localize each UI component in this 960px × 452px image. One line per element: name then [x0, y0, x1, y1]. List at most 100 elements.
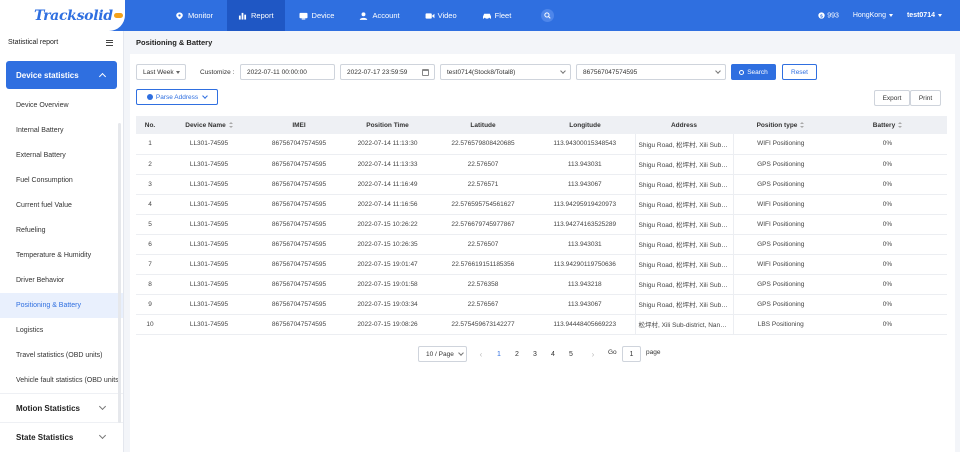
- sidebar-section-label: Motion Statistics: [16, 403, 81, 413]
- table-cell: 0%: [828, 214, 947, 235]
- page-number-button[interactable]: 5: [564, 346, 578, 362]
- logo[interactable]: Tracksolid: [0, 0, 125, 31]
- nav-item-label: Report: [251, 11, 274, 20]
- sidebar-item[interactable]: Device Overview: [0, 93, 123, 118]
- parse-address-button[interactable]: Parse Address: [136, 89, 218, 105]
- reset-button[interactable]: Reset: [782, 64, 817, 80]
- sidebar-item[interactable]: Vehicle fault statistics (OBD units): [0, 368, 123, 393]
- sidebar-item[interactable]: Logistics: [0, 318, 123, 343]
- sidebar-item[interactable]: Fuel Consumption: [0, 168, 123, 193]
- table-cell: 113.94290119750636: [535, 254, 636, 275]
- sidebar-item[interactable]: Internal Battery: [0, 118, 123, 143]
- nav-item-label: Account: [372, 11, 400, 20]
- timezone-select[interactable]: HongKong: [853, 12, 893, 19]
- nav-item-video[interactable]: Video: [414, 0, 468, 31]
- caret-down-icon: [888, 13, 893, 17]
- page-number-button[interactable]: 2: [510, 346, 524, 362]
- table-cell: LL301-74595: [164, 134, 254, 155]
- nav-item-report[interactable]: Report: [227, 0, 285, 31]
- sidebar-item[interactable]: External Battery: [0, 143, 123, 168]
- end-date-value: 2022-07-17 23:59:59: [347, 68, 408, 76]
- table-cell: 867567047574595: [254, 134, 344, 155]
- username: test0714: [906, 12, 935, 19]
- imei-select[interactable]: 867567047574595: [576, 64, 726, 80]
- calendar-icon: [422, 69, 429, 76]
- table-cell: LL301-74595: [164, 254, 254, 275]
- sidebar-sections: Motion Statistics State Statistics: [0, 393, 123, 451]
- nav-item-fleet[interactable]: Fleet: [471, 0, 523, 31]
- search-button[interactable]: Search: [731, 64, 776, 80]
- column-header[interactable]: Position type: [733, 116, 828, 134]
- column-header[interactable]: Battery: [828, 116, 947, 134]
- table-cell: 9: [136, 294, 164, 315]
- table-cell: 22.576579808420685: [431, 134, 535, 155]
- table-cell: 113.943031: [535, 234, 636, 255]
- sidebar-item[interactable]: Temperature & Humidity: [0, 243, 123, 268]
- sidebar-section[interactable]: Motion Statistics: [0, 393, 123, 422]
- account-select[interactable]: test0714(Stock8/Total8): [440, 64, 571, 80]
- sidebar-section[interactable]: State Statistics: [0, 422, 123, 451]
- caret-down-icon: [176, 71, 180, 74]
- column-header-label: Position type: [756, 121, 798, 129]
- table-cell: 3: [136, 174, 164, 195]
- page-number-button[interactable]: 1: [492, 346, 506, 362]
- sort-icon[interactable]: [228, 121, 233, 128]
- sort-icon[interactable]: [898, 121, 903, 128]
- table-cell: 867567047574595: [254, 154, 344, 175]
- menu-collapse-icon[interactable]: [106, 39, 113, 46]
- page-number-button[interactable]: 3: [528, 346, 542, 362]
- table-cell: LL301-74595: [164, 214, 254, 235]
- table-cell: 867567047574595: [254, 294, 344, 315]
- table-cell: 113.943067: [535, 174, 636, 195]
- nav-item-account[interactable]: Account: [348, 0, 410, 31]
- page-size-value: 10 / Page: [426, 350, 454, 358]
- points-indicator[interactable]: $ 993: [818, 12, 839, 19]
- table-cell: 113.94295919420973: [535, 194, 636, 215]
- print-button[interactable]: Print: [910, 90, 941, 106]
- prev-page-button[interactable]: ‹: [476, 346, 486, 362]
- sidebar-group-label: Device statistics: [16, 70, 79, 80]
- caret-down-icon: [938, 13, 942, 17]
- sidebar-item[interactable]: Driver Behavior: [0, 268, 123, 293]
- page-size-select[interactable]: 10 / Page: [418, 346, 467, 362]
- sidebar-item[interactable]: Positioning & Battery: [0, 293, 123, 318]
- column-header[interactable]: Device Name: [164, 116, 254, 134]
- sidebar-item[interactable]: Current fuel Value: [0, 193, 123, 218]
- table-cell: 2022-07-15 19:01:58: [344, 274, 431, 295]
- sidebar-item[interactable]: Travel statistics (OBD units): [0, 343, 123, 368]
- column-header-label: IMEI: [292, 121, 306, 129]
- export-button[interactable]: Export: [874, 90, 910, 106]
- top-navbar: Tracksolid Monitor Report Device Account Vid…: [0, 0, 960, 31]
- chevron-down-icon: [715, 68, 721, 74]
- start-date-input[interactable]: 2022-07-11 00:00:00: [240, 64, 335, 80]
- go-label: Go: [608, 349, 617, 356]
- table-header: No. Device Name IMEI Position Time Latitude L…: [136, 116, 947, 134]
- sidebar-title: Statistical report: [8, 39, 59, 46]
- table-row: 3 LL301-74595 867567047574595 2022-07-14 11…: [136, 174, 947, 195]
- device-icon: [299, 12, 308, 20]
- sidebar-scrollbar[interactable]: [118, 123, 121, 423]
- table-cell: 22.576619151185356: [431, 254, 535, 275]
- page-number-button[interactable]: 4: [546, 346, 560, 362]
- sidebar-group-device-statistics[interactable]: Device statistics: [6, 61, 117, 89]
- table-cell: 1: [136, 134, 164, 155]
- sort-icon[interactable]: [800, 121, 805, 128]
- search-icon[interactable]: [541, 9, 554, 22]
- pagination: 10 / Page ‹ 12345 › Go 1 page: [130, 346, 955, 362]
- table-cell: 22.576567: [431, 294, 535, 315]
- next-page-button[interactable]: ›: [588, 346, 598, 362]
- go-page-input[interactable]: 1: [622, 346, 641, 362]
- nav-item-monitor[interactable]: Monitor: [164, 0, 224, 31]
- customize-label: Customize :: [200, 69, 235, 76]
- nav-item-device[interactable]: Device: [288, 0, 346, 31]
- table-cell: LL301-74595: [164, 174, 254, 195]
- column-header-label: Address: [670, 121, 697, 129]
- range-select[interactable]: Last Week: [136, 64, 186, 80]
- end-date-input[interactable]: 2022-07-17 23:59:59: [340, 64, 435, 80]
- table-cell: 113.943031: [535, 154, 636, 175]
- table-row: 1 LL301-74595 867567047574595 2022-07-14 11…: [136, 134, 947, 155]
- table-cell: LL301-74595: [164, 294, 254, 315]
- sidebar-item[interactable]: Refueling: [0, 218, 123, 243]
- table-cell: Shigu Road, 松坪村, Xili Sub-district: [635, 274, 734, 295]
- user-menu[interactable]: test0714: [907, 12, 942, 19]
